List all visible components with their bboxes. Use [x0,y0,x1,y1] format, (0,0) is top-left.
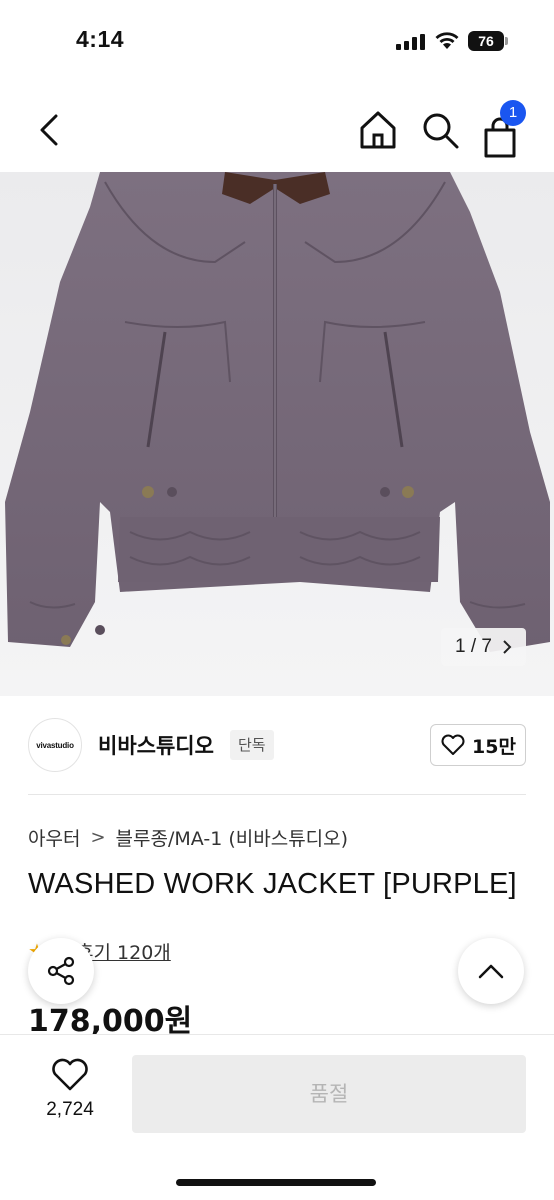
soldout-button[interactable]: 품절 [132,1055,526,1133]
home-button[interactable] [356,108,400,152]
brand-like-button[interactable]: 15만 [430,724,526,766]
product-title: WASHED WORK JACKET [PURPLE] [28,868,517,900]
wishlist-count: 2,724 [46,1099,94,1120]
status-time: 4:14 [76,26,125,52]
exclusive-badge: 단독 [230,730,274,760]
share-icon [47,956,75,986]
heart-icon [52,1058,88,1091]
wifi-icon [435,32,459,49]
breadcrumb: 아우터 > 블루종/MA-1 (비바스튜디오) [28,824,348,851]
brand-name[interactable]: 비바스튜디오 [98,730,214,760]
battery-icon: 76 [468,31,508,51]
breadcrumb-separator: > [90,827,106,848]
brand-row: vivastudio 비바스튜디오 단독 15만 [28,716,526,774]
brand-logo[interactable]: vivastudio [28,718,82,772]
cart-badge: 1 [500,100,526,126]
wishlist-button[interactable]: 2,724 [28,1057,112,1133]
image-counter[interactable]: 1 / 7 [441,628,526,666]
back-button[interactable] [30,108,70,152]
battery-level: 76 [468,31,504,51]
scroll-top-button[interactable] [458,938,524,1004]
share-button[interactable] [28,938,94,1004]
chevron-up-icon [478,964,504,979]
header: 1 [0,96,554,166]
heart-icon [441,734,465,755]
chevron-right-icon [503,640,512,654]
search-button[interactable] [418,108,462,152]
product-image[interactable]: 1 / 7 [0,172,554,696]
divider [28,794,526,795]
jacket-image [5,172,550,652]
home-indicator [176,1179,376,1186]
breadcrumb-subcategory[interactable]: 블루종/MA-1 (비바스튜디오) [116,824,349,851]
battery-tip [505,37,508,45]
image-counter-text: 1 / 7 [455,636,492,657]
cart-button[interactable]: 1 [478,100,528,158]
bottom-bar: 2,724 품절 [0,1034,554,1200]
signal-icon [396,34,425,50]
status-bar: 4:14 76 [0,0,554,84]
brand-like-count: 15만 [472,735,516,758]
breadcrumb-category[interactable]: 아우터 [28,824,80,851]
